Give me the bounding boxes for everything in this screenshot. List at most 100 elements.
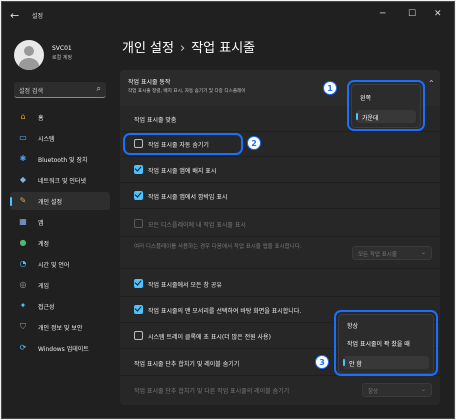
avatar[interactable] xyxy=(14,40,44,70)
chevron-up-icon[interactable]: ⌃ xyxy=(428,79,435,88)
sidebar-item[interactable]: ⌂ 홈 xyxy=(10,108,110,126)
multi-display-dropdown: 모든 작업 표시줄 ⌄ xyxy=(352,246,432,260)
sidebar-item-label: 개인 정보 및 보안 xyxy=(38,325,83,332)
bluetooth-icon: ✱ xyxy=(19,154,27,163)
sidebar-item[interactable]: ● 계정 xyxy=(10,234,110,252)
account-icon: ● xyxy=(19,238,27,247)
home-icon: ⌂ xyxy=(20,112,26,121)
update-icon: ⟳ xyxy=(19,343,27,352)
time-language-icon: ◔ xyxy=(19,259,27,268)
breadcrumb-parent[interactable]: 개인 설정 xyxy=(122,41,174,56)
divider xyxy=(120,296,440,297)
other-hide-labels-dropdown: 항상 ⌄ xyxy=(362,383,432,397)
selection-indicator xyxy=(10,197,12,206)
sidebar-item[interactable]: ◆ 네트워크 및 인터넷 xyxy=(10,171,110,189)
page-title: 작업 표시줄 xyxy=(191,41,256,56)
annotation-badge-2: 2 xyxy=(247,136,261,150)
multi-display-label: 여러 디스플레이를 사용하는 경우 다음에서 작업 표시줄 앱을 표시합니다. xyxy=(134,244,302,250)
tray-seconds-label: 시스템 트레이 클록에 초 표시(더 많은 전원 사용) xyxy=(148,334,271,341)
divider xyxy=(120,131,440,132)
window-title: 설정 xyxy=(32,13,44,20)
tray-seconds-checkbox[interactable] xyxy=(134,331,143,340)
search-placeholder: 설정 검색 xyxy=(19,88,43,95)
alignment-label: 작업 표시줄 맞춤 xyxy=(134,117,177,124)
all-displays-label: 모든 디스플레이에 내 작업 표시줄 표시 xyxy=(148,222,246,229)
sidebar-item-label: 접근성 xyxy=(38,304,55,311)
minimize-button[interactable]: ─ xyxy=(380,9,385,19)
section-subtitle: 작업 표시줄 정렬, 배지 표시, 자동 숨기기 및 다중 디스플레이 xyxy=(128,89,246,94)
divider xyxy=(120,208,440,209)
shield-icon: ⛉ xyxy=(20,322,26,331)
all-displays-checkbox xyxy=(134,219,143,228)
sidebar-item-label: 네트워크 및 인터넷 xyxy=(38,178,86,185)
show-flashing-checkbox[interactable] xyxy=(134,191,143,200)
sidebar-item-label: Windows 업데이트 xyxy=(38,346,89,353)
highlight-box-1 xyxy=(347,80,425,131)
far-corner-label: 작업 표시줄의 맨 모서리를 선택하여 바탕 화면을 표시합니다. xyxy=(148,308,302,315)
show-flashing-label: 작업 표시줄 앱에서 깜박임 표시 xyxy=(148,194,228,201)
sidebar: SVC01 로컬 계정 설정 검색 ⌕ ⌂ 홈 ▭ 시스템 ✱ Bluetooth 및 장… xyxy=(2,30,114,418)
gaming-icon: ◎ xyxy=(19,280,27,289)
sidebar-item[interactable]: ✱ Bluetooth 및 장치 xyxy=(10,150,110,168)
sidebar-item[interactable]: ⟳ Windows 업데이트 xyxy=(10,339,110,357)
search-input[interactable]: 설정 검색 ⌕ xyxy=(14,82,106,98)
share-window-checkbox[interactable] xyxy=(134,279,143,288)
sidebar-item-label: 계정 xyxy=(38,241,50,248)
sidebar-item[interactable]: ◎ 게임 xyxy=(10,276,110,294)
search-icon[interactable]: ⌕ xyxy=(97,84,101,94)
sidebar-item-label: 앱 xyxy=(38,220,44,227)
sidebar-item[interactable]: ▦ 앱 xyxy=(10,213,110,231)
chevron-down-icon: ⌄ xyxy=(420,386,426,393)
sidebar-item-label: 시간 및 언어 xyxy=(38,262,70,269)
share-window-label: 작업 표시줄에서 모든 창 공유 xyxy=(148,282,222,289)
sidebar-item-label: Bluetooth 및 장치 xyxy=(38,157,88,164)
avatar-head xyxy=(24,46,34,56)
network-icon: ◆ xyxy=(19,175,27,184)
sidebar-item[interactable]: ⛉ 개인 정보 및 보안 xyxy=(10,318,110,336)
system-icon: ▭ xyxy=(19,133,27,142)
highlight-box-2 xyxy=(123,133,243,155)
sidebar-item[interactable]: ▭ 시스템 xyxy=(10,129,110,147)
annotation-badge-3: 3 xyxy=(315,355,329,369)
maximize-button[interactable]: ☐ xyxy=(408,9,416,19)
sidebar-item-label: 시스템 xyxy=(38,136,55,143)
breadcrumb-separator: › xyxy=(179,41,186,56)
multi-display-row: 여러 디스플레이를 사용하는 경우 다음에서 작업 표시줄 앱을 표시합니다. … xyxy=(120,239,440,267)
avatar-body xyxy=(19,58,39,70)
hide-labels-label: 작업 표시줄 단추 합치기 및 레이블 숨기기 xyxy=(134,361,240,368)
user-name: SVC01 xyxy=(52,45,72,52)
divider xyxy=(120,236,440,237)
show-badges-checkbox[interactable] xyxy=(134,165,143,174)
annotation-badge-1: 1 xyxy=(323,81,337,95)
other-hide-labels-row: 작업 표시줄 단추 합치기 및 다른 작업 표시줄의 레이블 숨기기 항상 ⌄ xyxy=(120,379,440,401)
breadcrumb: 개인 설정 › 작업 표시줄 xyxy=(122,37,255,56)
settings-window: ← 설정 ─ ☐ ✕ SVC01 로컬 계정 설정 검색 ⌕ ⌂ 홈 ▭ 시스템 ✱ Bl… xyxy=(1,1,455,419)
highlight-box-3 xyxy=(334,310,438,376)
back-arrow-icon[interactable]: ← xyxy=(10,9,19,22)
sidebar-item[interactable]: ✦ 접근성 xyxy=(10,297,110,315)
chevron-down-icon: ⌄ xyxy=(420,249,426,256)
apps-icon: ▦ xyxy=(19,217,27,226)
user-account-type: 로컬 계정 xyxy=(52,55,72,61)
sidebar-item[interactable]: ✎ 개인 설정 xyxy=(10,192,110,210)
section-title: 작업 표시줄 동작 xyxy=(128,79,171,86)
sidebar-item-label: 개인 설정 xyxy=(38,199,62,206)
close-button[interactable]: ✕ xyxy=(434,9,442,19)
divider xyxy=(120,182,440,183)
title-bar: ← 설정 ─ ☐ ✕ xyxy=(2,2,454,30)
show-badges-row[interactable]: 작업 표시줄 앱에 배지 표시 xyxy=(120,159,440,181)
other-hide-labels-label: 작업 표시줄 단추 합치기 및 다른 작업 표시줄의 레이블 숨기기 xyxy=(134,388,290,395)
divider xyxy=(120,268,440,269)
divider xyxy=(120,156,440,157)
sidebar-item[interactable]: ◔ 시간 및 언어 xyxy=(10,255,110,273)
share-window-row[interactable]: 작업 표시줄에서 모든 창 공유 xyxy=(120,273,440,295)
all-displays-row: 모든 디스플레이에 내 작업 표시줄 표시 xyxy=(120,213,440,235)
sidebar-item-label: 게임 xyxy=(38,283,50,290)
far-corner-checkbox[interactable] xyxy=(134,305,143,314)
multi-display-value: 모든 작업 표시줄 xyxy=(358,252,397,258)
sidebar-item-label: 홈 xyxy=(38,115,44,122)
show-flashing-row[interactable]: 작업 표시줄 앱에서 깜박임 표시 xyxy=(120,185,440,207)
show-badges-label: 작업 표시줄 앱에 배지 표시 xyxy=(148,168,217,175)
brush-icon: ✎ xyxy=(19,196,27,205)
accessibility-icon: ✦ xyxy=(19,301,27,310)
